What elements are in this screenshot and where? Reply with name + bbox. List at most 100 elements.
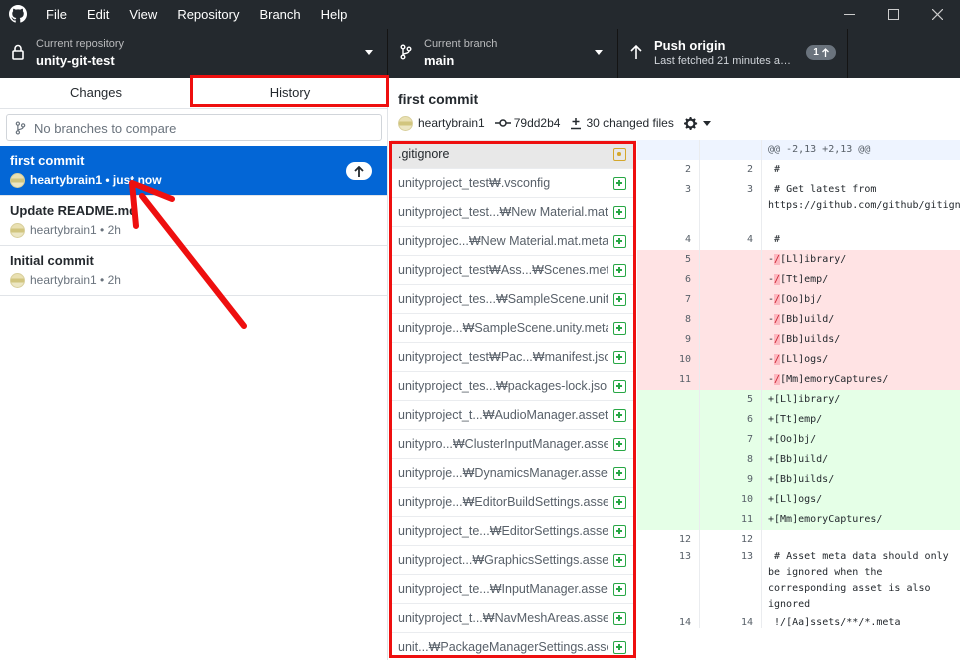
file-row[interactable]: unityproject_t...₩NavMeshAreas.asset [391, 604, 635, 633]
commit-sha-chunk[interactable]: 79dd2b4 [494, 116, 561, 130]
file-row[interactable]: unityproject_test₩Ass...₩Scenes.meta [391, 256, 635, 285]
tab-history[interactable]: History [192, 78, 388, 108]
diff-line-del: 8 -/[Bb]uild/ [637, 310, 960, 330]
file-row[interactable]: unit...₩PackageManagerSettings.asset [391, 633, 635, 660]
commit-author: heartybrain1 [30, 223, 97, 237]
new-line-number: 9 [700, 470, 762, 490]
diff-code: +[Ll]ibrary/ [768, 394, 841, 405]
new-line-number [700, 290, 762, 310]
file-added-icon [613, 525, 626, 538]
file-added-icon [613, 235, 626, 248]
file-row[interactable]: unityproject_te...₩InputManager.asset [391, 575, 635, 604]
branch-icon [400, 44, 412, 60]
menu-file[interactable]: File [36, 0, 77, 29]
diff-line-del: 11 -/[Mm]emoryCaptures/ [637, 370, 960, 390]
old-line-number: 3 [637, 180, 700, 230]
file-row[interactable]: unityproject_tes...₩SampleScene.unity [391, 285, 635, 314]
new-line-number [700, 370, 762, 390]
old-line-number: 4 [637, 230, 700, 250]
new-line-number: 8 [700, 450, 762, 470]
maximize-button[interactable] [870, 0, 916, 29]
new-line-number [700, 140, 762, 160]
new-line-number: 6 [700, 410, 762, 430]
diff-view: @@ -2,13 +2,13 @@ 2 2 #3 3 # Get latest fro… [637, 140, 960, 628]
diff-line-add: 9 +[Bb]uilds/ [637, 470, 960, 490]
annotation-arrow [129, 180, 247, 329]
app-window: File Edit View Repository Branch Help Cu… [0, 0, 960, 660]
github-logo-icon [9, 5, 27, 23]
old-line-number: 14 [637, 613, 700, 628]
file-row[interactable]: unityproject_test...₩New Material.mat [391, 198, 635, 227]
left-panel: Changes History No branches to compare f… [0, 78, 388, 660]
new-line-number: 7 [700, 430, 762, 450]
file-row[interactable]: unitypro...₩ClusterInputManager.asset [391, 430, 635, 459]
diff-text: [Bb]uilds/ [780, 334, 841, 345]
minimize-button[interactable] [826, 0, 872, 29]
file-added-icon [613, 177, 626, 190]
file-path: unityproject_tes...₩packages-lock.json [398, 379, 608, 393]
separator: • [96, 273, 108, 287]
diff-line-del: 10 -/[Ll]ogs/ [637, 350, 960, 370]
menu-edit[interactable]: Edit [77, 0, 119, 29]
menu-view[interactable]: View [119, 0, 167, 29]
repo-name: unity-git-test [36, 53, 115, 68]
new-line-number: 5 [700, 390, 762, 410]
current-branch-button[interactable]: Current branch main [388, 29, 618, 78]
compare-branch-input[interactable]: No branches to compare [6, 114, 382, 141]
file-row[interactable]: unityproje...₩SampleScene.unity.meta [391, 314, 635, 343]
diff-text: [Mm]emoryCaptures/ [780, 374, 889, 385]
file-row[interactable]: unityproject_test₩Pac...₩manifest.json [391, 343, 635, 372]
file-row[interactable]: unityproje...₩DynamicsManager.asset [391, 459, 635, 488]
diff-line-hunk: @@ -2,13 +2,13 @@ [637, 140, 960, 160]
menu-branch[interactable]: Branch [249, 0, 310, 29]
new-line-number: 10 [700, 490, 762, 510]
commit-time: 2h [107, 223, 121, 237]
compare-branch-placeholder: No branches to compare [34, 121, 177, 136]
old-line-number: 6 [637, 270, 700, 290]
close-button[interactable] [914, 0, 960, 29]
diff-options-button[interactable] [683, 116, 711, 131]
file-row[interactable]: unityproject_tes...₩packages-lock.json [391, 372, 635, 401]
file-row[interactable]: unityproject_test₩.vsconfig [391, 169, 635, 198]
menu-help[interactable]: Help [311, 0, 358, 29]
file-row[interactable]: .gitignore [391, 140, 635, 169]
diff-code: -/[Bb]uilds/ [762, 330, 960, 350]
diff-code: +[Tt]emp/ [768, 414, 823, 425]
file-added-icon [613, 641, 626, 654]
new-line-number: 13 [700, 547, 762, 613]
push-count: 1 [813, 47, 819, 58]
file-added-icon [613, 351, 626, 364]
branch-icon [15, 121, 26, 135]
commit-sha: 79dd2b4 [513, 116, 561, 130]
old-line-number: 2 [637, 160, 700, 180]
diff-line-ctx: 14 14 !/[Aa]ssets/**/*.meta [637, 613, 960, 628]
tab-changes[interactable]: Changes [0, 78, 192, 108]
diff-line-add: 6 +[Tt]emp/ [637, 410, 960, 430]
file-row[interactable]: unityproject_te...₩EditorSettings.asset [391, 517, 635, 546]
file-row[interactable]: unityproject...₩GraphicsSettings.asset [391, 546, 635, 575]
current-repository-button[interactable]: Current repository unity-git-test [0, 29, 388, 78]
diff-line-del: 9 -/[Bb]uilds/ [637, 330, 960, 350]
push-origin-button[interactable]: Push origin Last fetched 21 minutes a… 1 [618, 29, 848, 78]
old-line-number [637, 510, 700, 530]
chevron-down-icon [595, 50, 603, 55]
diff-line-add: 10 +[Ll]ogs/ [637, 490, 960, 510]
diff-line-ctx: 33 # Get latest from https://github.com/… [637, 180, 960, 230]
file-row[interactable]: unityproject_t...₩AudioManager.asset [391, 401, 635, 430]
gear-icon [683, 116, 697, 130]
avatar [10, 172, 25, 188]
diff-icon [571, 117, 582, 129]
commit-time: 2h [107, 273, 121, 287]
file-row[interactable]: unityproje...₩EditorBuildSettings.asset [391, 488, 635, 517]
old-line-number [637, 410, 700, 430]
menu-repository[interactable]: Repository [167, 0, 249, 29]
diff-line-add: 5 +[Ll]ibrary/ [637, 390, 960, 410]
unpushed-indicator[interactable] [346, 162, 372, 180]
file-added-icon [613, 612, 626, 625]
old-line-number [637, 140, 700, 160]
commit-author-chunk: heartybrain1 [398, 115, 485, 131]
file-row[interactable]: unityprojec...₩New Material.mat.meta [391, 227, 635, 256]
diff-code: !/[Aa]ssets/**/*.meta [768, 617, 901, 628]
minimize-icon [843, 14, 855, 15]
commit-title: Update README.md [10, 203, 138, 218]
